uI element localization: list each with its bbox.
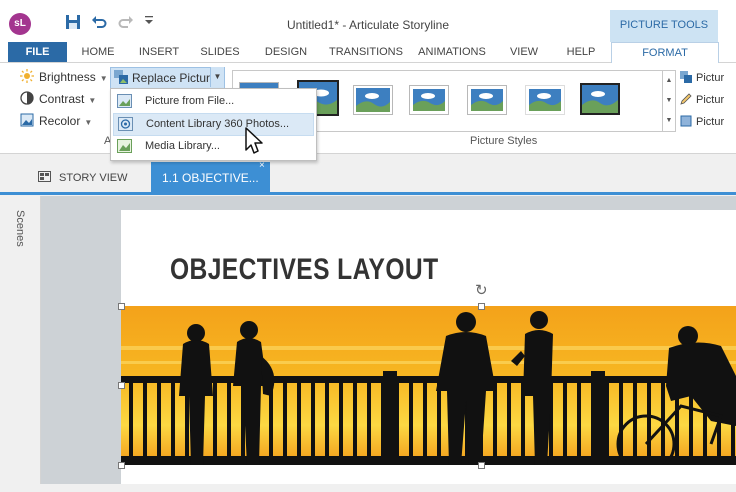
picture-border-label: Pictur [696, 94, 725, 106]
pencil-icon [680, 92, 692, 105]
gallery-scroll-down[interactable]: ▼ [663, 91, 675, 110]
tab-slide-objectives[interactable]: 1.1 OBJECTIVE... × [151, 160, 270, 192]
recolor-label: Recolor [39, 114, 81, 128]
menu-item-label: Picture from File... [145, 95, 235, 107]
picture-styles-label: Picture Styles [470, 135, 538, 147]
tab-insert[interactable]: INSERT [133, 42, 185, 62]
tab-story-view[interactable]: STORY VIEW [38, 168, 127, 188]
tab-view[interactable]: VIEW [504, 42, 544, 62]
gallery-more[interactable]: ▼ [663, 111, 675, 130]
scenes-panel[interactable]: Scenes [9, 196, 41, 484]
brightness-label: Brightness [39, 70, 96, 84]
gallery-scroll: ▲ ▼ ▼ [662, 70, 676, 132]
chevron-down-icon: ▼ [84, 118, 93, 127]
tab-design[interactable]: DESIGN [258, 42, 314, 62]
picture-style-6[interactable] [525, 85, 565, 115]
brightness-button[interactable]: Brightness ▼ [20, 67, 108, 87]
menu-media-library[interactable]: Media Library... [113, 136, 312, 157]
picture-border-button[interactable]: Pictur [680, 90, 724, 110]
view-tabs: STORY VIEW 1.1 OBJECTIVE... × [0, 160, 736, 195]
picture-layout-icon [680, 114, 692, 127]
menu-content-library-360[interactable]: Content Library 360 Photos... [113, 113, 314, 136]
title-bar: sL Untitled1* - Articulate Storyline PIC… [0, 0, 736, 42]
media-library-icon [117, 139, 132, 153]
replace-picture-label: Replace Picture [132, 71, 217, 85]
resize-handle[interactable] [478, 303, 485, 310]
picture-tools-group: PICTURE TOOLS [610, 10, 718, 42]
rotate-handle-icon[interactable]: ↻ [475, 281, 488, 299]
contrast-button[interactable]: Contrast ▼ [20, 89, 96, 109]
tab-transitions[interactable]: TRANSITIONS [323, 42, 409, 62]
resize-handle[interactable] [118, 462, 125, 469]
mouse-pointer-icon [240, 126, 266, 165]
replace-picture-dropdown-arrow[interactable]: ▼ [210, 67, 224, 87]
slide-title[interactable]: OBJECTIVES LAYOUT [170, 253, 439, 287]
ribbon-tabs: FILE HOME INSERT SLIDES DESIGN TRANSITIO… [0, 42, 736, 63]
tab-help[interactable]: HELP [559, 42, 603, 62]
menu-item-label: Media Library... [145, 140, 220, 152]
tab-format[interactable]: FORMAT [611, 42, 719, 63]
chevron-down-icon: ▼ [88, 96, 97, 105]
picture-layout-label: Pictur [696, 116, 725, 128]
tab-home[interactable]: HOME [74, 42, 122, 62]
recolor-icon [20, 113, 34, 127]
slide-picture[interactable] [121, 306, 736, 474]
picture-style-7[interactable] [580, 83, 620, 115]
picture-effect-button[interactable]: Pictur [680, 68, 724, 88]
recolor-button[interactable]: Recolor ▼ [20, 111, 92, 131]
picture-layout-button[interactable]: Pictur [680, 112, 724, 132]
picture-file-icon [117, 94, 132, 108]
content-library-icon [118, 117, 133, 131]
resize-handle[interactable] [478, 462, 485, 469]
resize-handle[interactable] [118, 303, 125, 310]
resize-handle[interactable] [118, 382, 125, 389]
picture-style-3[interactable] [353, 85, 393, 115]
picture-effect-label: Pictur [696, 72, 725, 84]
brightness-icon [20, 69, 34, 83]
contrast-icon [20, 91, 34, 105]
replace-picture-button[interactable]: Replace Picture [110, 67, 225, 89]
tab-animations[interactable]: ANIMATIONS [415, 42, 489, 62]
tab-slides[interactable]: SLIDES [194, 42, 246, 62]
story-view-icon [38, 169, 51, 182]
picture-style-4[interactable] [409, 85, 449, 115]
tab-file[interactable]: FILE [8, 42, 67, 62]
menu-item-label: Content Library 360 Photos... [146, 118, 290, 130]
gallery-scroll-up[interactable]: ▲ [663, 71, 675, 90]
menu-picture-from-file[interactable]: Picture from File... [113, 91, 312, 112]
replace-picture-icon [114, 70, 128, 84]
contrast-label: Contrast [39, 92, 85, 106]
replace-picture-menu: Picture from File... Content Library 360… [110, 88, 317, 161]
chevron-down-icon: ▼ [99, 74, 108, 83]
slide-tab-label: 1.1 OBJECTIVE... [162, 171, 259, 185]
scenes-label: Scenes [14, 210, 26, 247]
picture-style-5[interactable] [467, 85, 507, 115]
picture-effects-icon [680, 70, 692, 83]
story-view-label: STORY VIEW [59, 172, 128, 184]
